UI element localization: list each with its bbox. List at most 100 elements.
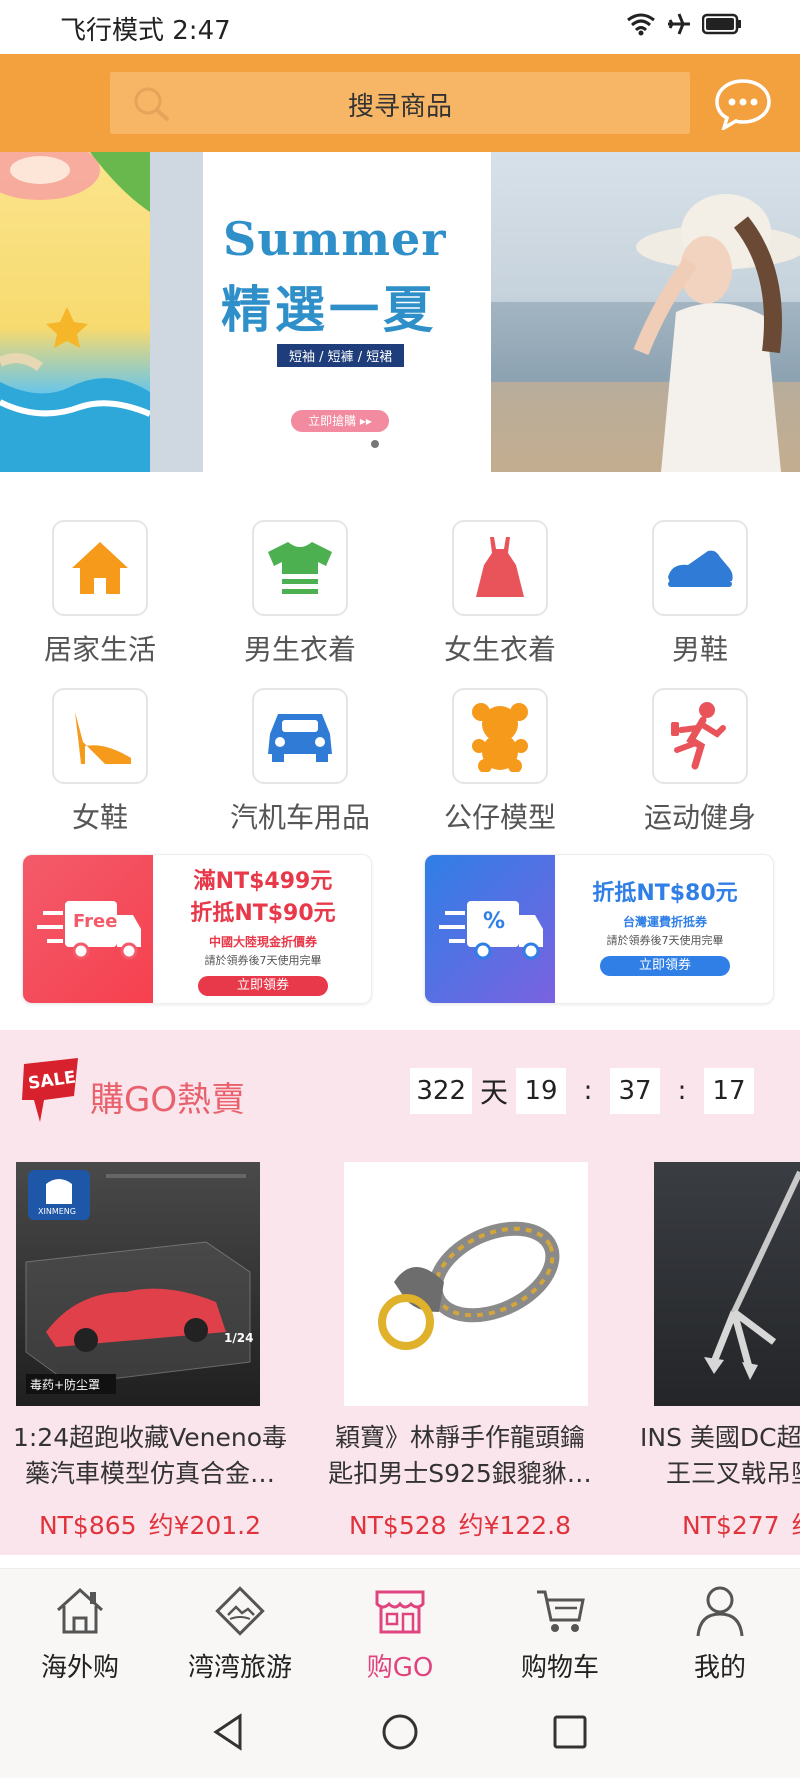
category-womens-shoes[interactable]: 女鞋 [0, 688, 200, 836]
category-mens-clothing[interactable]: 男生衣着 [200, 520, 400, 668]
product-price: NT$528 约¥122.8 [310, 1506, 610, 1542]
product-image-brand: XINMENG [38, 1207, 76, 1216]
app-screen: 飞行模式 2:47 搜寻商品 Summer 精選一夏 短袖 / 短褲 / 短裙 … [0, 0, 800, 1778]
coupon-details: 折抵NT$80元 台灣運費折抵券 請於領券後7天使用完畢 立即領券 [555, 855, 773, 1003]
coupon-truck-panel: Free [23, 855, 153, 1003]
dress-icon [452, 520, 548, 616]
cart-icon [480, 1583, 640, 1639]
nav-label: 我的 [693, 1653, 746, 1683]
banner-shop-button[interactable]: 立即搶購 ▸▸ [291, 410, 389, 432]
countdown-hours: 19 [516, 1068, 566, 1114]
product-price: NT$865 约¥201.2 [0, 1506, 300, 1542]
coupon-note: 請於領券後7天使用完畢 [606, 934, 724, 947]
countdown-colon: : [583, 1076, 593, 1106]
product-name: INS 美國DC超 王三叉戟吊墜 [620, 1420, 800, 1492]
status-icons [626, 12, 742, 40]
coupon-taiwan-shipping[interactable]: % 折抵NT$80元 台灣運費折抵券 請於領券後7天使用完畢 立即領券 [424, 854, 774, 1004]
category-sports-fitness[interactable]: 运动健身 [600, 688, 800, 836]
price-cny: 约 [792, 1511, 800, 1540]
product-image [344, 1162, 588, 1406]
coupon-line1: 折抵NT$80元 [592, 881, 738, 906]
promo-banner[interactable]: Summer 精選一夏 短袖 / 短褲 / 短裙 立即搶購 ▸▸ [0, 152, 800, 472]
wifi-icon [626, 12, 656, 40]
coupon-line1: 滿NT$499元 [193, 869, 333, 894]
nav-label: 海外购 [40, 1653, 119, 1683]
banner-title-cn: 精選一夏 [221, 280, 437, 339]
category-label: 男生衣着 [243, 633, 356, 666]
banner-sky-strip [150, 152, 203, 472]
status-bar: 飞行模式 2:47 [0, 0, 800, 54]
category-label: 居家生活 [43, 633, 156, 666]
back-icon[interactable] [208, 1712, 248, 1756]
coupon-truck-label: % [483, 909, 506, 934]
category-auto-parts[interactable]: 汽机车用品 [200, 688, 400, 836]
coupon-note: 請於領券後7天使用完畢 [204, 954, 322, 967]
product-image [654, 1162, 800, 1406]
nav-label: 购GO [366, 1653, 434, 1683]
product-name-line2: 匙扣男士S925銀貔貅… [328, 1459, 592, 1488]
store-icon [320, 1583, 480, 1639]
house-icon [52, 520, 148, 616]
beach-illustration [0, 152, 152, 472]
price-ntd: NT$865 [38, 1511, 137, 1540]
countdown-days-unit: 天 [479, 1076, 508, 1109]
travel-diamond-icon [160, 1583, 320, 1639]
category-label: 公仔模型 [443, 801, 556, 834]
chat-icon[interactable] [714, 78, 772, 134]
countdown-timer: 322 天 19 : 37 : 17 [410, 1068, 754, 1114]
nav-label: 购物车 [520, 1653, 599, 1683]
category-label: 女鞋 [71, 801, 128, 834]
product-card[interactable]: XINMENG 毒药+防尘罩 1/24 1:24超跑收藏Veneno毒 藥汽車模… [0, 1162, 300, 1542]
category-figurines[interactable]: 公仔模型 [400, 688, 600, 836]
coupon-line2: 折抵NT$90元 [190, 901, 336, 926]
runner-icon [652, 688, 748, 784]
banner-page-dot[interactable] [371, 440, 379, 448]
product-price: NT$277 约 [620, 1506, 800, 1542]
coupon-cross-border-cash[interactable]: Free 滿NT$499元 折抵NT$90元 中國大陸現金折價券 請於領券後7天… [22, 854, 372, 1004]
sneaker-icon [652, 520, 748, 616]
nav-me[interactable]: 我的 [640, 1569, 800, 1691]
product-image-scale: 1/24 [224, 1331, 253, 1345]
flash-sale-title: 購GO熱賣 [90, 1080, 246, 1120]
teddy-bear-icon [452, 688, 548, 784]
countdown-colon: : [677, 1076, 687, 1106]
top-header: 搜寻商品 [0, 54, 800, 152]
bottom-nav: 海外购 湾湾旅游 购GO 购物车 我的 [0, 1568, 800, 1690]
product-name: 1:24超跑收藏Veneno毒 藥汽車模型仿真合金… [0, 1420, 300, 1492]
recent-apps-icon[interactable] [550, 1712, 590, 1756]
nav-cart[interactable]: 购物车 [480, 1569, 640, 1691]
product-name-line1: 穎寶》林靜手作龍頭鑰 [334, 1423, 585, 1452]
nav-travel[interactable]: 湾湾旅游 [160, 1569, 320, 1691]
house-outline-icon [0, 1583, 160, 1639]
car-icon [252, 688, 348, 784]
product-card[interactable]: INS 美國DC超 王三叉戟吊墜 NT$277 约 [620, 1162, 800, 1542]
product-name-line1: INS 美國DC超 [640, 1423, 800, 1452]
price-ntd: NT$528 [348, 1511, 447, 1540]
high-heel-icon [52, 688, 148, 784]
price-cny: 约¥122.8 [458, 1511, 572, 1540]
category-mens-shoes[interactable]: 男鞋 [600, 520, 800, 668]
price-cny: 约¥201.2 [148, 1511, 262, 1540]
countdown-seconds: 17 [704, 1068, 754, 1114]
product-card[interactable]: 穎寶》林靜手作龍頭鑰 匙扣男士S925銀貔貅… NT$528 约¥122.8 [310, 1162, 610, 1542]
tshirt-icon [252, 520, 348, 616]
nav-label: 湾湾旅游 [187, 1653, 292, 1683]
claim-coupon-button[interactable]: 立即領券 [198, 976, 328, 996]
countdown-days: 322 [410, 1068, 472, 1114]
category-label: 男鞋 [671, 633, 728, 666]
countdown-minutes: 37 [610, 1068, 660, 1114]
nav-buy-go[interactable]: 购GO [320, 1569, 480, 1691]
category-label: 女生衣着 [443, 633, 556, 666]
category-home-living[interactable]: 居家生活 [0, 520, 200, 668]
search-input[interactable]: 搜寻商品 [110, 72, 690, 134]
status-text: 飞行模式 2:47 [60, 16, 231, 46]
home-icon[interactable] [380, 1712, 420, 1756]
coupon-details: 滿NT$499元 折抵NT$90元 中國大陸現金折價券 請於領券後7天使用完畢 … [153, 855, 371, 1003]
category-womens-clothing[interactable]: 女生衣着 [400, 520, 600, 668]
product-name-line1: 1:24超跑收藏Veneno毒 [12, 1423, 288, 1452]
banner-title-en: Summer [223, 212, 447, 266]
product-name: 穎寶》林靜手作龍頭鑰 匙扣男士S925銀貔貅… [310, 1420, 610, 1492]
nav-overseas[interactable]: 海外购 [0, 1569, 160, 1691]
claim-coupon-button[interactable]: 立即領券 [600, 956, 730, 976]
product-name-line2: 王三叉戟吊墜 [666, 1459, 800, 1488]
